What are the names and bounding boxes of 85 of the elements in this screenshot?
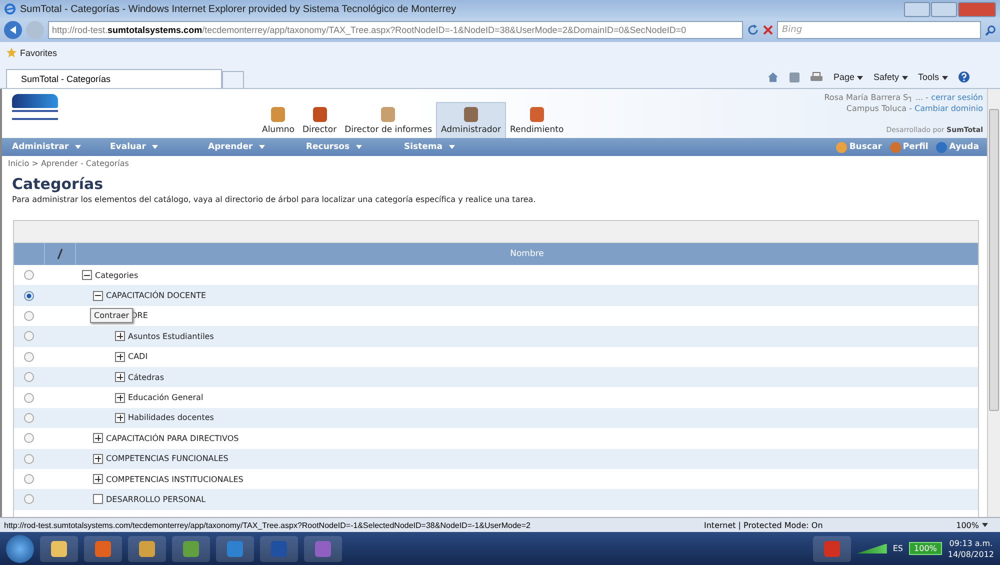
- radio-button[interactable]: [24, 331, 34, 342]
- separator: -: [926, 93, 929, 102]
- new-tab-button[interactable]: [222, 71, 244, 88]
- expand-icon[interactable]: [93, 454, 103, 464]
- clock-date[interactable]: 14/08/2012: [948, 548, 994, 560]
- taskbar-app-icon[interactable]: [216, 536, 254, 562]
- radio-button[interactable]: [24, 454, 34, 464]
- radio-button[interactable]: [24, 372, 34, 382]
- radio-button[interactable]: [24, 494, 34, 504]
- category-name[interactable]: DESARROLLO PERSONAL: [106, 494, 206, 504]
- page-title: Categorías: [12, 175, 104, 193]
- user-name: Rosa María Barrera S┐ ...: [824, 93, 924, 102]
- status-url: http://rod-test.sumtotalsystems.com/tecdemonterrey/app/taxonomy/TAX_Tree.aspx?RootNodeID=-1&SelectedNodeID=38&NodeID=-1&UserMode=2: [4, 520, 532, 530]
- maximize-button[interactable]: [931, 2, 957, 16]
- role-tab[interactable]: Director de informes: [340, 103, 436, 138]
- category-name[interactable]: CAPACITACIÓN DOCENTE: [106, 291, 206, 300]
- collapse-icon[interactable]: [82, 270, 92, 280]
- star-icon: [6, 47, 17, 58]
- page-description: Para administrar los elementos del catálogo, vaya al directorio de árbol para localizar una categoría específica y realice una tarea.: [12, 195, 537, 204]
- category-name[interactable]: COMPETENCIAS INSTITUCIONALES: [106, 474, 244, 484]
- category-name[interactable]: Categories: [95, 270, 138, 280]
- stop-icon[interactable]: [763, 25, 773, 35]
- column-header: Nombre: [509, 248, 545, 261]
- category-name[interactable]: Educación General: [128, 393, 204, 402]
- category-name[interactable]: CADI: [128, 352, 148, 362]
- command-menu[interactable]: Tools: [918, 72, 948, 82]
- radio-button[interactable]: [24, 290, 34, 301]
- logo: [12, 94, 58, 122]
- language-indicator[interactable]: ES: [892, 544, 904, 553]
- radio-button[interactable]: [24, 474, 34, 484]
- radio-button[interactable]: [24, 433, 34, 444]
- zoom-level[interactable]: 100%: [956, 520, 988, 530]
- start-button[interactable]: [6, 534, 34, 562]
- expand-icon[interactable]: [115, 352, 125, 362]
- role-tab[interactable]: Alumno: [258, 103, 298, 138]
- collapse-icon[interactable]: [93, 290, 103, 301]
- expand-icon[interactable]: [115, 331, 125, 342]
- print-icon[interactable]: [810, 72, 824, 82]
- taskbar-app-icon[interactable]: [84, 536, 122, 562]
- role-tab[interactable]: Rendimiento: [506, 103, 568, 138]
- expand-icon[interactable]: [93, 433, 103, 444]
- campus-label: Campus Toluca: [846, 104, 907, 113]
- expand-icon[interactable]: [93, 474, 103, 484]
- scrollbar[interactable]: [987, 89, 1000, 517]
- clock-time[interactable]: 09:13 a.m.: [949, 538, 993, 548]
- taskbar-app-icon[interactable]: [40, 536, 78, 562]
- expand-icon[interactable]: [115, 392, 125, 403]
- category-name[interactable]: CAPACITACIÓN PARA DIRECTIVOS: [106, 434, 239, 443]
- command-menu[interactable]: Safety: [873, 72, 908, 82]
- category-name[interactable]: Habilidades docentes: [128, 413, 214, 422]
- address-field[interactable]: http://rod-test.sumtotalsystems.com/tecdemonterrey/app/taxonomy/TAX_Tree.aspx?RootNodeID=-1&NodeID=38&UserMode=2&DomainID=0&SecNodeID=0: [48, 21, 743, 39]
- radio-button[interactable]: [24, 352, 34, 362]
- taskbar-app-icon[interactable]: [172, 536, 210, 562]
- refresh-icon[interactable]: [747, 24, 759, 36]
- leaf-box-icon: [93, 494, 103, 504]
- breadcrumb: Inicio > Aprender - Categorías: [7, 158, 130, 170]
- category-name[interactable]: Asuntos Estudiantiles: [128, 332, 214, 341]
- taskbar-app-icon[interactable]: [128, 536, 166, 562]
- browser-icon: [4, 3, 16, 15]
- role-tab[interactable]: Administrador: [436, 102, 506, 138]
- expand-icon[interactable]: [115, 412, 125, 423]
- security-zone: Internet | Protected Mode: On: [704, 520, 824, 530]
- tooltip: Contraer: [90, 308, 134, 323]
- radio-button[interactable]: [24, 392, 34, 403]
- role-tab[interactable]: Director: [298, 103, 341, 138]
- category-name[interactable]: COMPETENCIAS FUNCIONALES: [106, 454, 228, 464]
- expand-icon[interactable]: [115, 372, 125, 382]
- search-icon[interactable]: [985, 24, 996, 36]
- radio-button[interactable]: [24, 412, 34, 423]
- separator: -: [909, 104, 912, 113]
- minimize-button[interactable]: [904, 2, 930, 16]
- logout-link[interactable]: cerrar sesión: [931, 93, 983, 102]
- command-menu[interactable]: Page: [833, 72, 864, 82]
- radio-button[interactable]: [24, 270, 34, 280]
- browser-tab[interactable]: SumTotal - Categorías: [6, 69, 222, 88]
- close-button[interactable]: [958, 2, 996, 16]
- home-icon[interactable]: [767, 71, 780, 83]
- window-title: SumTotal - Categorías - Windows Internet Explorer provided by Sistema Tecnológico de Monterrey: [20, 4, 458, 14]
- back-button[interactable]: [4, 21, 22, 39]
- favorites-button[interactable]: Favorites: [6, 47, 58, 58]
- help-icon[interactable]: [958, 71, 970, 83]
- edit-icon: [56, 248, 64, 260]
- radio-button[interactable]: [24, 310, 34, 321]
- change-domain-link[interactable]: Cambiar dominio: [914, 104, 983, 113]
- category-name[interactable]: Cátedras: [128, 372, 164, 382]
